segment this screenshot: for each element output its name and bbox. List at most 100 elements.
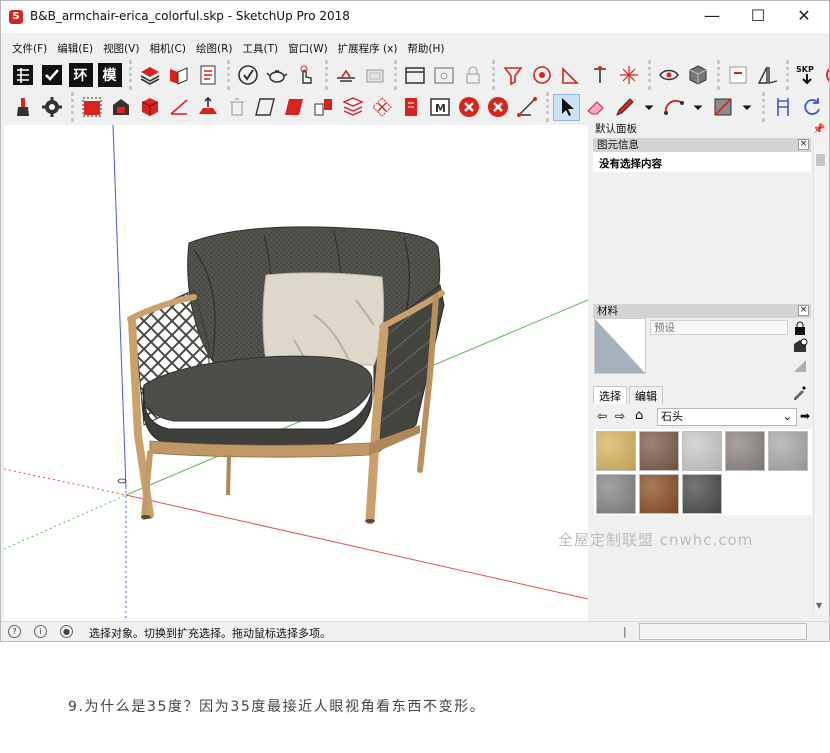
ring-plugin-button[interactable]: 环	[67, 62, 94, 89]
target-icon[interactable]	[528, 62, 555, 89]
menu-view[interactable]: 视图(V)	[98, 39, 144, 57]
scroll-thumb[interactable]	[816, 154, 825, 166]
close-button[interactable]: ✕	[781, 1, 827, 33]
axes-nodes-icon[interactable]	[513, 94, 540, 121]
details-arrow-icon[interactable]: ➡	[800, 409, 810, 423]
teapot-icon[interactable]	[263, 62, 290, 89]
pin-icon[interactable]: 📌	[813, 122, 825, 137]
material-swatch[interactable]	[725, 431, 765, 471]
lock-icon[interactable]	[459, 62, 486, 89]
plane-outline-icon[interactable]	[252, 94, 279, 121]
eraser-icon[interactable]	[582, 94, 609, 121]
materials-header[interactable]: 材料 ×	[593, 304, 811, 318]
library-dropdown[interactable]: 石头 ⌄	[657, 408, 797, 426]
menu-edit[interactable]: 编辑(E)	[52, 39, 98, 57]
entity-info-header[interactable]: 图元信息 ×	[593, 138, 811, 152]
cancel-circle-icon[interactable]	[455, 94, 482, 121]
frame-icon[interactable]	[724, 62, 751, 89]
material-name-input[interactable]	[650, 320, 788, 335]
window-icon[interactable]	[401, 62, 428, 89]
pencil-icon[interactable]	[611, 94, 638, 121]
menu-extensions[interactable]: 扩展程序 (x)	[333, 39, 403, 57]
menu-window[interactable]: 窗口(W)	[283, 39, 333, 57]
line-angle-icon[interactable]	[165, 94, 192, 121]
close-icon[interactable]: ×	[798, 139, 809, 150]
cross-diamond-icon[interactable]	[368, 94, 395, 121]
grid-table-icon[interactable]	[9, 62, 36, 89]
material-swatch[interactable]	[596, 431, 636, 471]
chevron-down-icon[interactable]	[640, 94, 658, 121]
material-swatch[interactable]	[639, 474, 679, 514]
menu-draw[interactable]: 绘图(R)	[191, 39, 238, 57]
user-icon[interactable]: ●	[60, 625, 73, 638]
hand-click-icon[interactable]	[292, 62, 319, 89]
red-plane-icon[interactable]	[281, 94, 308, 121]
chevron-down-3-icon[interactable]	[738, 94, 756, 121]
model-plugin-button[interactable]: 模	[96, 62, 123, 89]
component-select-icon[interactable]	[78, 94, 105, 121]
funnel-icon[interactable]	[499, 62, 526, 89]
layers-icon[interactable]	[136, 62, 163, 89]
skp-download-icon[interactable]: SKP	[793, 62, 820, 89]
rectangle-tool-icon[interactable]	[709, 94, 736, 121]
box-icon[interactable]	[361, 62, 388, 89]
red-cube-icon[interactable]	[136, 94, 163, 121]
window-export-icon[interactable]	[430, 62, 457, 89]
section-plane-icon[interactable]	[753, 62, 780, 89]
material-swatch[interactable]	[768, 431, 808, 471]
home-icon[interactable]: ⌂	[635, 408, 643, 423]
push-pull-icon[interactable]	[194, 94, 221, 121]
m-window-icon[interactable]: M	[426, 94, 453, 121]
pin-icon[interactable]	[586, 62, 613, 89]
back-arrow-icon[interactable]: ⇦	[597, 409, 607, 423]
status-bar: ? i ● 选择对象。切换到扩充选择。拖动鼠标选择多项。 |	[1, 621, 829, 641]
stack-layers-icon[interactable]	[339, 94, 366, 121]
book-icon[interactable]	[165, 62, 192, 89]
eyedropper-icon[interactable]	[792, 384, 808, 400]
menu-help[interactable]: 帮助(H)	[402, 39, 449, 57]
measurements-input[interactable]	[639, 623, 807, 640]
plate-icon[interactable]	[332, 62, 359, 89]
credits-icon[interactable]: i	[34, 625, 47, 638]
close-icon[interactable]: ×	[798, 305, 809, 316]
material-swatch[interactable]	[682, 431, 722, 471]
checkmark-icon[interactable]	[38, 62, 65, 89]
brush-icon[interactable]	[9, 94, 36, 121]
m-badge-icon[interactable]: M	[822, 62, 829, 89]
lock-bucket-icon[interactable]	[792, 320, 808, 336]
tab-select[interactable]: 选择	[593, 386, 627, 404]
tab-edit[interactable]: 编辑	[629, 386, 663, 404]
gear-icon[interactable]	[38, 94, 65, 121]
arc-icon[interactable]	[660, 94, 687, 121]
menu-tools[interactable]: 工具(T)	[237, 39, 283, 57]
3d-viewport[interactable]: 全屋定制联盟 cnwhc.com 全屋定制联盟 cnwhc.com	[4, 125, 588, 621]
tray-scrollbar[interactable]: ▼	[813, 144, 826, 614]
menu-file[interactable]: 文件(F)	[7, 39, 52, 57]
rotate-icon[interactable]	[798, 94, 825, 121]
sample-paint-icon[interactable]	[792, 358, 808, 374]
document-icon[interactable]	[194, 62, 221, 89]
chair-icon[interactable]	[769, 94, 796, 121]
forward-arrow-icon[interactable]: ⇨	[615, 409, 625, 423]
cancel-circle-2-icon[interactable]	[484, 94, 511, 121]
eye-scan-icon[interactable]	[655, 62, 682, 89]
check-circle-icon[interactable]	[234, 62, 261, 89]
scroll-down-icon[interactable]: ▼	[816, 601, 822, 610]
paint-bucket-icon[interactable]	[107, 94, 134, 121]
copy-shapes-icon[interactable]	[310, 94, 337, 121]
material-swatch[interactable]	[682, 474, 722, 514]
trash-icon[interactable]	[223, 94, 250, 121]
geo-location-icon[interactable]: ?	[8, 625, 21, 638]
red-sheet-icon[interactable]	[397, 94, 424, 121]
maximize-button[interactable]: ☐	[735, 1, 781, 33]
select-arrow-icon[interactable]	[553, 93, 580, 121]
chevron-down-2-icon[interactable]	[689, 94, 707, 121]
triangle-ruler-icon[interactable]	[557, 62, 584, 89]
cube-icon[interactable]	[684, 62, 711, 89]
create-material-icon[interactable]	[792, 338, 808, 354]
menu-camera[interactable]: 相机(C)	[144, 39, 191, 57]
sparkle-icon[interactable]	[615, 62, 642, 89]
minimize-button[interactable]: —	[689, 1, 735, 33]
material-swatch[interactable]	[596, 474, 636, 514]
material-swatch[interactable]	[639, 431, 679, 471]
